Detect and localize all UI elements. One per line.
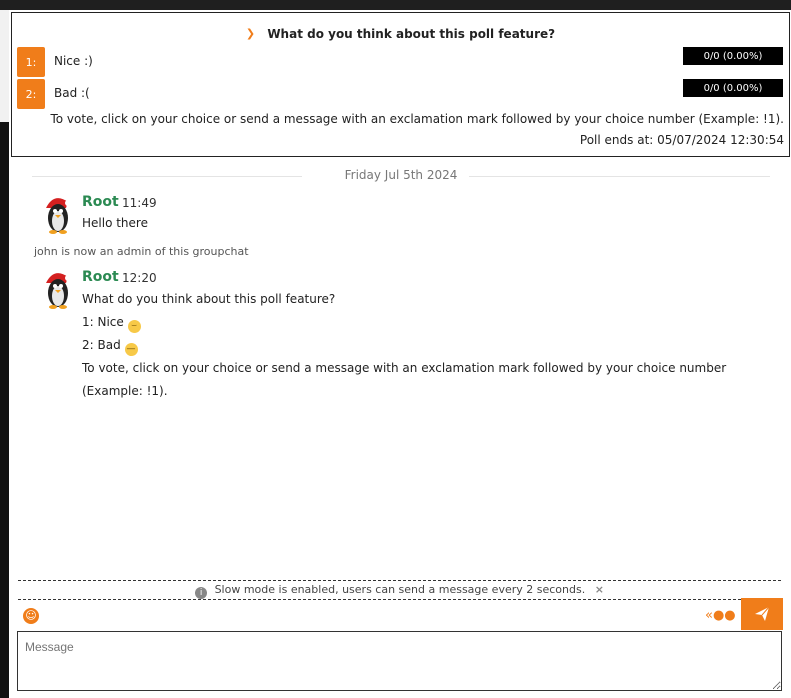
poll-end-time: Poll ends at: 05/07/2024 12:30:54 xyxy=(579,133,784,147)
message-text: 1: Nice xyxy=(82,315,124,329)
message-text: What do you think about this poll featur… xyxy=(82,292,336,306)
emoji-picker-button[interactable]: ☺ xyxy=(23,608,39,624)
send-button[interactable] xyxy=(741,598,783,630)
date-separator-label: Friday Jul 5th 2024 xyxy=(344,168,458,182)
message-author[interactable]: Root xyxy=(82,269,119,285)
message-text: 2: Bad xyxy=(82,338,121,352)
unamused-emoji-icon: — xyxy=(124,343,138,356)
message-text: Hello there xyxy=(82,216,148,230)
date-separator: Friday Jul 5th 2024 xyxy=(32,168,770,184)
smile-emoji-icon: ⌣ xyxy=(127,320,141,333)
info-icon: i xyxy=(195,587,208,599)
system-message: john is now an admin of this groupchat xyxy=(34,245,249,258)
message-text: To vote, click on your choice or send a … xyxy=(82,361,727,375)
double-chevron-left-icon: « xyxy=(705,608,713,623)
close-icon[interactable]: × xyxy=(595,583,604,596)
avatar[interactable] xyxy=(40,269,76,309)
poll-instructions: To vote, click on your choice or send a … xyxy=(50,112,784,126)
avatar[interactable] xyxy=(40,194,76,234)
poll-choice-number[interactable]: 1: xyxy=(17,47,45,77)
message-time: 11:49 xyxy=(122,196,157,210)
message-text: (Example: !1). xyxy=(82,384,168,398)
poll-choice-result: 0/0 (0.00%) xyxy=(683,79,783,97)
message-text-line: 2: Bad — xyxy=(82,338,138,356)
top-bar xyxy=(0,0,791,10)
poll-choice-1[interactable]: 1: Nice :) 0/0 (0.00%) xyxy=(17,47,783,77)
poll-choice-result: 0/0 (0.00%) xyxy=(683,47,783,65)
paper-plane-icon xyxy=(755,606,770,621)
message-input[interactable] xyxy=(17,631,782,691)
message-time: 12:20 xyxy=(122,271,157,285)
poll-header[interactable]: ❯ What do you think about this poll feat… xyxy=(12,27,789,41)
poll-choice-label[interactable]: Bad :( xyxy=(54,86,90,100)
poll-choice-label[interactable]: Nice :) xyxy=(54,54,93,68)
poll-choice-number[interactable]: 2: xyxy=(17,79,45,109)
slow-mode-text: Slow mode is enabled, users can send a m… xyxy=(214,583,586,596)
message-text-line: 1: Nice ⌣ xyxy=(82,315,141,333)
users-icon: ●● xyxy=(712,608,736,623)
chevron-down-icon[interactable]: ❯ xyxy=(246,27,255,40)
poll-question: What do you think about this poll featur… xyxy=(267,27,556,41)
slow-mode-notice: i Slow mode is enabled, users can send a… xyxy=(18,580,781,600)
left-sidebar-edge-light xyxy=(0,10,9,122)
poll-choice-2[interactable]: 2: Bad :( 0/0 (0.00%) xyxy=(17,79,783,109)
participants-button[interactable]: «●● xyxy=(705,608,736,623)
message-author[interactable]: Root xyxy=(82,194,119,210)
poll-panel: ❯ What do you think about this poll feat… xyxy=(11,12,790,157)
